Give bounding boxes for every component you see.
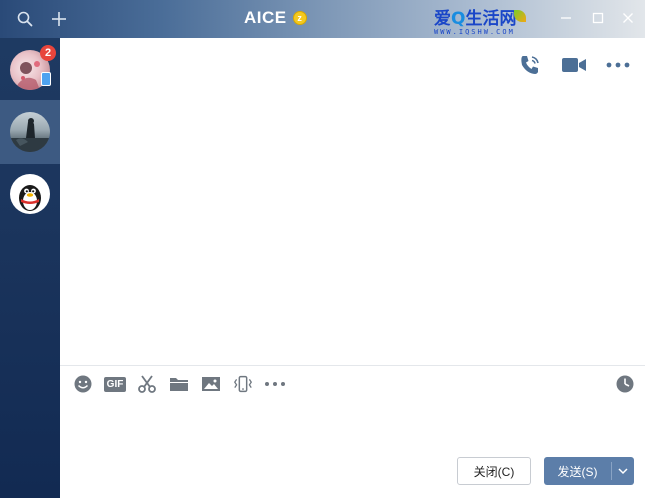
folder-icon[interactable] xyxy=(168,373,190,395)
close-window-button[interactable] xyxy=(620,10,636,26)
send-button[interactable]: 发送(S) xyxy=(544,457,634,485)
gif-label: GIF xyxy=(103,376,127,392)
send-button-label: 发送(S) xyxy=(557,464,598,479)
watermark-logo: 爱Q生活网 WWW.IQSHW.COM xyxy=(434,10,527,37)
minimize-button[interactable] xyxy=(558,10,574,26)
gif-icon[interactable]: GIF xyxy=(103,373,127,395)
scissors-icon[interactable] xyxy=(136,373,158,395)
unread-badge: 2 xyxy=(40,45,56,61)
conversation-sidebar: 2 xyxy=(0,38,60,498)
message-input[interactable] xyxy=(72,400,632,450)
avatar xyxy=(10,112,50,152)
phone-call-icon[interactable] xyxy=(517,52,543,78)
close-button[interactable]: 关闭(C) xyxy=(457,457,531,485)
watermark-url: WWW.IQSHW.COM xyxy=(434,28,515,36)
watermark-char-1: 爱 xyxy=(434,9,451,29)
more-dots-icon[interactable] xyxy=(264,373,286,395)
mobile-online-icon xyxy=(41,72,51,86)
leaf-icon xyxy=(514,10,527,22)
clock-icon[interactable] xyxy=(615,374,635,399)
conversation-item[interactable] xyxy=(0,162,60,226)
shake-icon[interactable] xyxy=(232,373,254,395)
avatar xyxy=(10,174,50,214)
image-icon[interactable] xyxy=(200,373,222,395)
input-toolbar: GIF xyxy=(72,373,286,395)
search-icon[interactable] xyxy=(14,8,36,30)
more-icon[interactable] xyxy=(605,52,631,78)
chevron-down-icon[interactable] xyxy=(612,457,634,485)
watermark-char-rest: 生活网 xyxy=(465,9,517,29)
chat-actions xyxy=(517,52,631,78)
maximize-button[interactable] xyxy=(590,10,606,26)
title-bar: AICE z 爱Q生活网 WWW.IQSHW.COM xyxy=(0,0,645,38)
conversation-item-selected[interactable] xyxy=(0,100,60,164)
input-divider xyxy=(60,365,645,366)
add-icon[interactable] xyxy=(48,8,70,30)
window-title: AICE z xyxy=(244,8,307,28)
watermark-main: 爱Q生活网 xyxy=(434,10,516,28)
watermark-char-q: Q xyxy=(451,9,466,29)
chat-panel: GIF 关闭(C) 发送(S) xyxy=(60,38,645,498)
emoji-icon[interactable] xyxy=(72,373,94,395)
vip-badge-icon: z xyxy=(292,11,307,25)
conversation-item[interactable]: 2 xyxy=(0,38,60,102)
video-call-icon[interactable] xyxy=(561,52,587,78)
window-title-text: AICE xyxy=(244,8,287,27)
